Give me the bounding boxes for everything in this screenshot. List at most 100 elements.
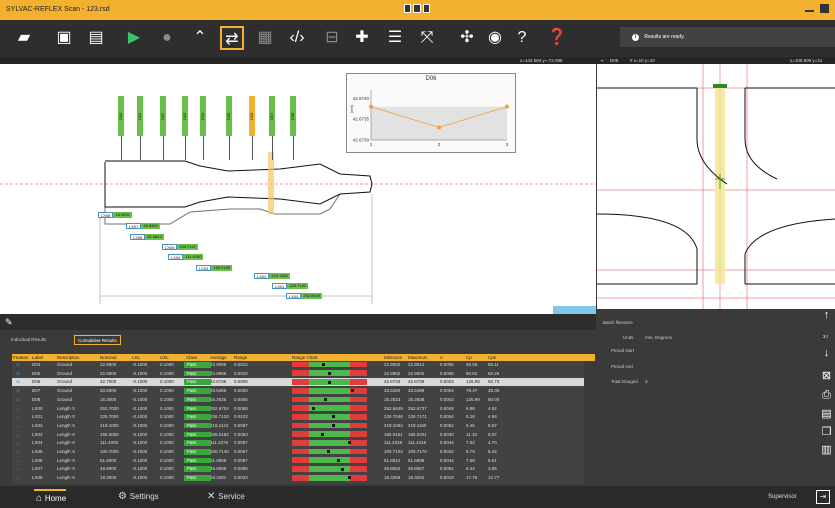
dimension-label[interactable]: LX05 100.7147 [162,244,199,250]
dimension-label[interactable]: LX00 252.6649 [286,293,323,299]
table-row[interactable]: ⊘ D08 Ground 15.3000 -0.1000 0.1000 15.2635 0.0… [12,396,584,403]
table-cell: 80.00 [488,396,500,402]
table-row[interactable]: ↔ LX07 Length X 48.9000 -0.1000 0.1000 48.8598… [12,465,584,472]
column-header[interactable]: Class [186,355,197,360]
copy-icon[interactable]: ❐ [818,425,835,442]
data-point[interactable] [505,104,509,109]
scroll-up-icon[interactable]: ↑ [818,309,835,326]
tab-individual-results[interactable]: Individual Results [8,335,49,345]
dimension-label[interactable]: LX03 155.0199 [196,265,233,271]
column-header[interactable]: Minimum [384,355,402,360]
code-icon[interactable]: ‹/› [285,26,309,50]
table-row[interactable]: ⊘ D05 Ground 22.9000 -0.1000 0.1000 22.8996 0.0… [12,370,584,377]
table-row[interactable]: ⊘ D06 Ground 42.7000 -0.1000 0.1000 42.6736 0.0… [12,378,584,386]
table-row[interactable]: ⊘ D07 Ground 33.5000 -0.1000 0.1000 33.5485 0.0… [12,387,584,394]
close-icon[interactable]: ⊠ [818,369,835,386]
inset-chart[interactable]: D06 42.6740 42.6735 42.6730 1 2 3 [mm] [346,73,516,153]
feature-label[interactable]: D03 [182,96,188,136]
add-icon[interactable]: ✚ [350,26,374,50]
tab-cumulative-results[interactable]: Cumulative Results [74,335,121,345]
dimension-label[interactable]: LX08 18.3292 [98,212,132,218]
column-header[interactable]: Description [57,355,80,360]
feature-label[interactable]: D05 [226,96,232,136]
list-icon[interactable]: ☰ [383,26,407,50]
help-icon[interactable]: ? [510,26,534,50]
column-header[interactable]: Nominal [100,355,117,360]
service-tab[interactable]: ✕ Service [207,489,245,505]
table-row[interactable]: ↔ LX03 Length X 155.0000 -0.1000 0.1000 155.01… [12,431,584,438]
export-icon[interactable]: ⎙ [818,389,835,406]
edit-icon[interactable]: ✎ [5,317,17,329]
column-header[interactable]: Feature [13,355,29,360]
eye-icon[interactable]: ◉ [483,26,507,50]
feature-label[interactable]: D01 [137,96,143,136]
feature-label[interactable]: D06 [249,96,255,136]
column-header[interactable]: USL [160,355,169,360]
table-row[interactable]: ↔ LX08 Length X 18.3000 -0.1000 0.1000 18.3281… [12,474,584,481]
range-red-low [292,379,309,385]
print-icon[interactable]: ▤ [818,407,835,424]
table-cell: 8.42 [488,449,497,454]
table-cell: 0.0067 [234,449,248,454]
stop-icon[interactable]: ● [155,26,179,50]
column-header[interactable]: Cpk [488,355,496,360]
zoom-view[interactable] [596,64,835,309]
table-row[interactable]: ↔ LX04 Length X 111.4000 -0.1000 0.1000 111.43… [12,439,584,446]
chat-help-icon[interactable]: ❓ [545,26,569,50]
column-header[interactable]: Range [234,355,247,360]
logout-icon[interactable]: ⇥ [816,490,830,504]
feature-label[interactable]: D08 [290,96,296,136]
table-cell: 0.0052 [440,466,454,472]
feature-label[interactable]: D00 [118,96,124,136]
column-header[interactable]: Average [210,355,227,360]
column-header[interactable]: σ [440,355,443,360]
table-row[interactable]: ↔ LX02 Length X 219.1000 -0.1000 0.1000 219.11… [12,422,584,429]
settings-tab[interactable]: ⚙ Settings [118,489,159,505]
target-icon[interactable]: ✣ [455,26,479,50]
play-icon[interactable]: ▶ [122,26,146,50]
repeat-icon[interactable]: ⇄ [220,26,244,50]
dimension-label[interactable]: LX04 111.4180 [168,254,204,260]
range-red-high [350,370,367,377]
save-as-icon[interactable]: ▤ [84,26,108,50]
dimension-label[interactable]: LX01 226.7142 [272,283,309,289]
column-header[interactable]: Maximum [408,355,428,360]
feature-label[interactable]: D04 [200,96,206,136]
column-header[interactable]: Range Chart [292,355,318,360]
feature-label[interactable]: D02 [160,96,166,136]
column-header[interactable]: Cp [466,355,472,360]
scroll-down-icon[interactable]: ↓ [818,347,835,364]
compress-icon[interactable]: ⤧ [415,26,439,50]
dimension-label[interactable]: LX02 219.1160 [254,273,290,279]
layout-split-icon[interactable] [413,4,421,13]
restore-button[interactable] [820,4,829,13]
data-point[interactable] [369,104,373,109]
table-row[interactable]: ↔ LX01 Length X 226.7000 -0.1000 0.1000 226.71… [12,413,584,420]
minimize-button[interactable] [805,10,814,12]
table-row[interactable]: ↔ LX06 Length X 51.6000 -0.1000 0.1000 51.6859… [12,457,584,464]
measure-icon[interactable]: ⊟ [320,26,344,50]
save-icon[interactable]: ▣ [52,26,76,50]
dimension-name: LX05 [162,244,178,250]
edge-tool-icon[interactable]: ⌃ [188,26,212,50]
dimension-label[interactable]: LX06 51.6812 [130,234,164,240]
table-cell: 100.7140 [210,449,229,454]
results-table[interactable]: ⊘ D04 Ground 22.9000 -0.1000 0.1000 22.9008 0.0… [12,361,595,484]
home-tab[interactable]: ⌂ Home [34,489,67,505]
grid-icon[interactable]: ▦ [253,26,277,50]
table-row[interactable]: ↔ LX05 Length X 100.7000 -0.1000 0.1000 100.71… [12,448,584,455]
table-row[interactable]: ↔ LX00 Length X 252.7000 -0.1000 0.1000 252.67… [12,405,584,412]
column-header[interactable]: Label [32,355,43,360]
part-drawing-view[interactable]: D00 D01 D02 D03 D04 D05 D06 D07 D08 LX08 18.3292 L… [0,64,596,314]
table-scrollbar[interactable] [584,361,595,484]
report-icon[interactable]: ▥ [818,443,835,460]
layout-single-icon[interactable] [404,4,412,13]
data-point[interactable] [437,125,441,130]
column-header[interactable]: LSL [132,355,140,360]
layout-grid-icon[interactable] [422,4,430,13]
open-folder-icon[interactable]: ▰ [12,26,36,50]
table-row[interactable]: ⊘ D04 Ground 22.9000 -0.1000 0.1000 22.9008 0.0… [12,361,584,368]
feature-label[interactable]: D07 [269,96,275,136]
table-cell: 60.52 [466,370,478,376]
dimension-label[interactable]: LX07 48.8562 [126,223,160,229]
